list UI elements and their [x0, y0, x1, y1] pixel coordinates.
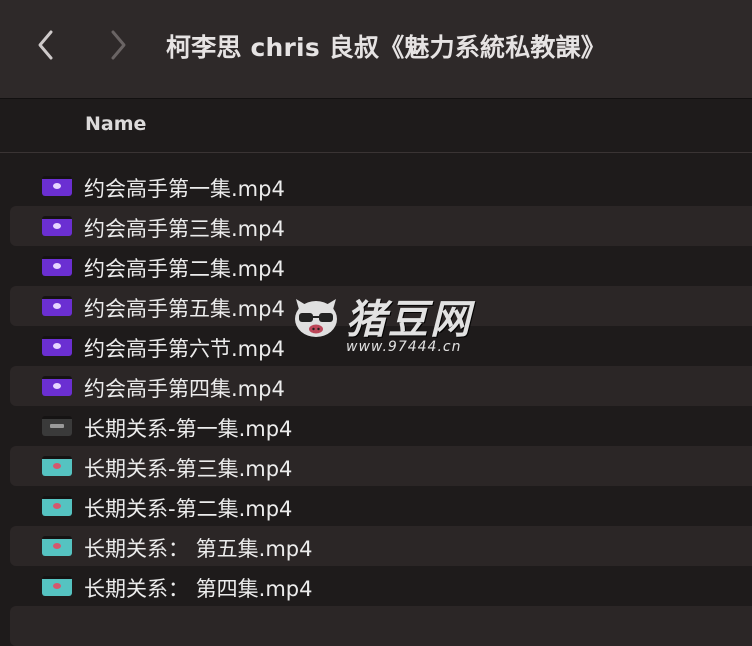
toolbar: 柯李思 chris 良叔《魅力系統私教課》	[0, 0, 752, 99]
dark-video-icon	[42, 416, 72, 436]
chevron-left-icon	[38, 30, 53, 60]
window-title: 柯李思 chris 良叔《魅力系統私教課》	[166, 33, 607, 62]
finder-window: 柯李思 chris 良叔《魅力系統私教課》 Name 约会高手第一集.mp4 约…	[0, 0, 752, 646]
file-name: 长期关系： 第四集.mp4	[84, 577, 313, 601]
column-header: Name	[0, 99, 752, 153]
file-row[interactable]: 约会高手第四集.mp4	[10, 366, 752, 406]
file-list: 约会高手第一集.mp4 约会高手第三集.mp4 约会高手第二集.mp4 约会高手…	[10, 166, 752, 646]
purple-video-icon	[42, 376, 72, 396]
file-row[interactable]: 约会高手第六节.mp4	[10, 326, 752, 366]
purple-video-icon	[42, 176, 72, 196]
column-header-name[interactable]: Name	[85, 113, 146, 135]
file-row[interactable]: 长期关系： 第四集.mp4	[10, 566, 752, 606]
file-name: 长期关系-第一集.mp4	[84, 417, 293, 441]
file-name: 约会高手第四集.mp4	[84, 377, 285, 401]
file-name: 约会高手第五集.mp4	[84, 297, 285, 321]
file-row[interactable]: 约会高手第一集.mp4	[10, 166, 752, 206]
empty-row	[10, 606, 752, 646]
file-name: 约会高手第六节.mp4	[84, 337, 285, 361]
file-name: 长期关系-第二集.mp4	[84, 497, 293, 521]
forward-button[interactable]	[98, 25, 138, 65]
teal-video-icon	[42, 576, 72, 596]
purple-video-icon	[42, 336, 72, 356]
file-row[interactable]: 约会高手第三集.mp4	[10, 206, 752, 246]
teal-video-icon	[42, 496, 72, 516]
file-row[interactable]: 长期关系： 第五集.mp4	[10, 526, 752, 566]
purple-video-icon	[42, 296, 72, 316]
teal-video-icon	[42, 456, 72, 476]
file-name: 长期关系-第三集.mp4	[84, 457, 293, 481]
purple-video-icon	[42, 216, 72, 236]
purple-video-icon	[42, 256, 72, 276]
file-row[interactable]: 约会高手第二集.mp4	[10, 246, 752, 286]
file-row[interactable]: 长期关系-第一集.mp4	[10, 406, 752, 446]
file-row[interactable]: 约会高手第五集.mp4	[10, 286, 752, 326]
file-row[interactable]: 长期关系-第三集.mp4	[10, 446, 752, 486]
file-name: 约会高手第三集.mp4	[84, 217, 285, 241]
file-row[interactable]: 长期关系-第二集.mp4	[10, 486, 752, 526]
file-name: 约会高手第一集.mp4	[84, 177, 285, 201]
teal-video-icon	[42, 536, 72, 556]
back-button[interactable]	[26, 25, 66, 65]
chevron-right-icon	[111, 30, 126, 60]
file-name: 长期关系： 第五集.mp4	[84, 537, 313, 561]
file-name: 约会高手第二集.mp4	[84, 257, 285, 281]
